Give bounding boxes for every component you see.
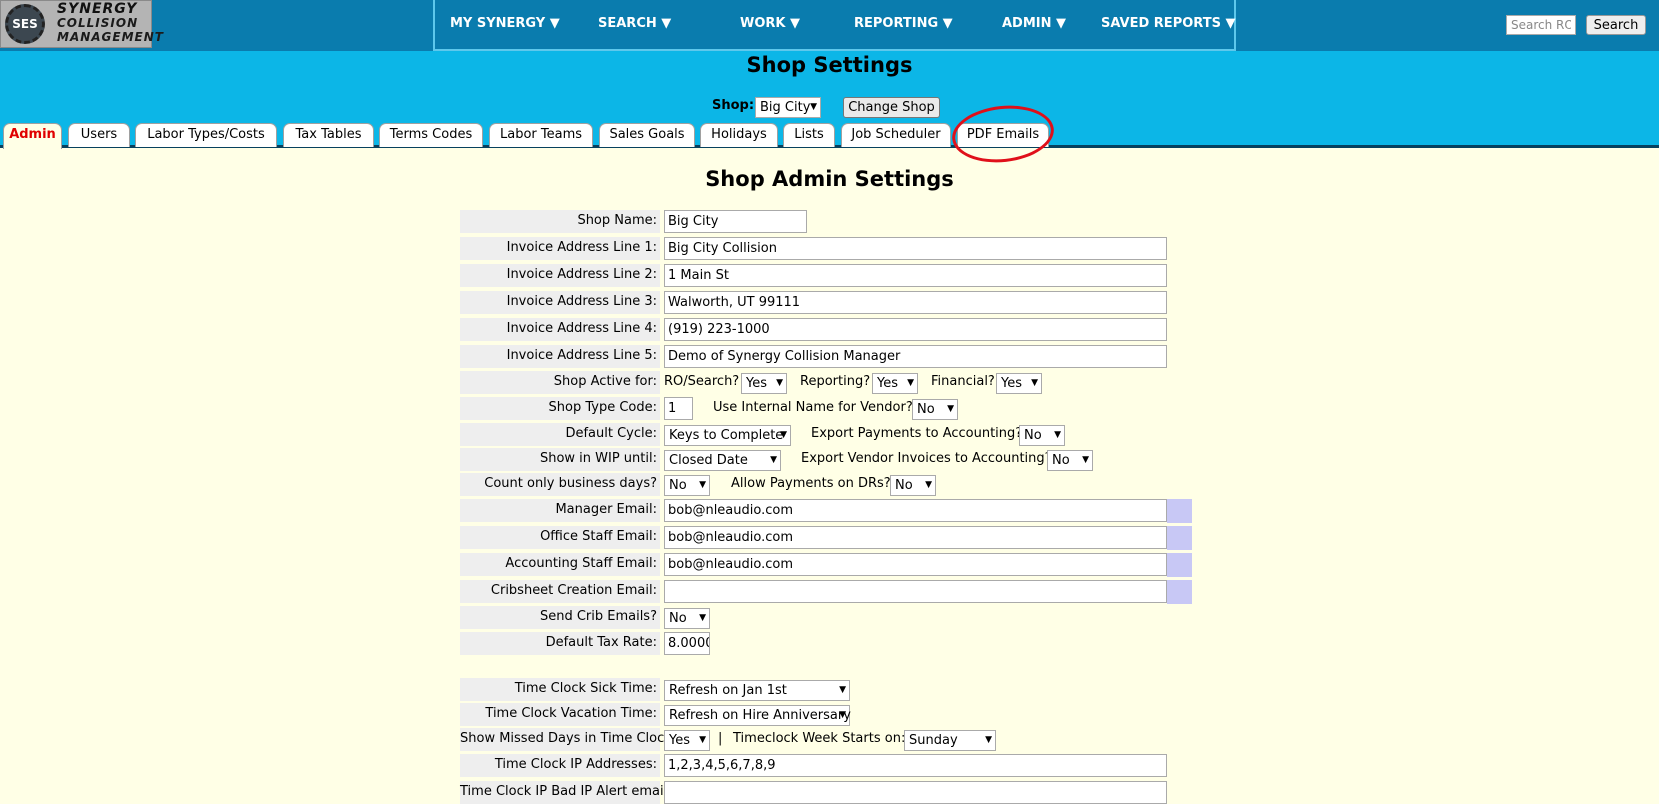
top-nav-bar: SES SYNERGY COLLISION MANAGEMENT MY SYNE… — [0, 0, 1659, 51]
shop-type-code-input[interactable]: 1 — [664, 397, 693, 420]
cribsheet-email-input[interactable] — [664, 580, 1167, 603]
office-email-action-cell — [1167, 526, 1192, 550]
menu-my-synergy[interactable]: MY SYNERGY ▼ — [450, 16, 560, 31]
address-line-2-label: Invoice Address Line 2: — [460, 264, 660, 287]
send-crib-emails-label: Send Crib Emails? — [460, 606, 660, 629]
payments-on-drs-select[interactable]: No — [890, 475, 936, 496]
accounting-email-input[interactable]: bob@nleaudio.com — [664, 553, 1167, 576]
address-line-4-input[interactable]: (919) 223-1000 — [664, 318, 1167, 341]
ro-search-select[interactable]: Yes — [741, 373, 787, 394]
tab-sales-goals[interactable]: Sales Goals — [599, 123, 695, 147]
manager-email-action-cell — [1167, 499, 1192, 523]
shop-active-label: Shop Active for: — [460, 371, 660, 394]
address-line-4-label: Invoice Address Line 4: — [460, 318, 660, 341]
address-line-1-label: Invoice Address Line 1: — [460, 237, 660, 260]
menu-search[interactable]: SEARCH ▼ — [598, 16, 671, 31]
address-line-3-input[interactable]: Walworth, UT 99111 — [664, 291, 1167, 314]
tab-job-scheduler[interactable]: Job Scheduler — [841, 123, 951, 147]
export-payments-select[interactable]: No — [1019, 425, 1065, 446]
payments-on-drs-label: Allow Payments on DRs? — [731, 476, 891, 491]
page-title: Shop Settings — [746, 53, 913, 77]
default-cycle-select[interactable]: Keys to Complete — [664, 425, 791, 446]
sick-time-select[interactable]: Refresh on Jan 1st — [664, 680, 850, 701]
address-line-5-label: Invoice Address Line 5: — [460, 345, 660, 368]
show-in-wip-label: Show in WIP until: — [460, 448, 660, 471]
send-crib-emails-select[interactable]: No — [664, 608, 710, 629]
ip-addresses-label: Time Clock IP Addresses: — [460, 754, 660, 777]
cribsheet-email-action-cell — [1167, 580, 1192, 604]
logo-line-3: MANAGEMENT — [57, 30, 164, 44]
accounting-email-label: Accounting Staff Email: — [460, 553, 660, 576]
vacation-time-label: Time Clock Vacation Time: — [460, 703, 660, 726]
separator: | — [718, 731, 723, 746]
vacation-time-select[interactable]: Refresh on Hire Anniversary — [664, 705, 851, 726]
business-days-select[interactable]: No — [664, 475, 710, 496]
shop-select[interactable]: Big City — [755, 97, 821, 118]
logo-text: SYNERGY COLLISION MANAGEMENT — [57, 2, 164, 44]
bad-ip-alert-input[interactable] — [664, 781, 1167, 804]
tab-holidays[interactable]: Holidays — [700, 123, 778, 147]
ip-addresses-input[interactable]: 1,2,3,4,5,6,7,8,9 — [664, 754, 1167, 777]
internal-name-vendor-select[interactable]: No — [912, 399, 958, 420]
accounting-email-action-cell — [1167, 553, 1192, 577]
logo-line-1: SYNERGY — [57, 1, 138, 17]
shop-name-input[interactable]: Big City — [664, 210, 807, 233]
menu-saved-reports[interactable]: SAVED REPORTS ▼ — [1101, 16, 1235, 31]
section-title: Shop Admin Settings — [705, 167, 954, 191]
business-days-label: Count only business days? — [460, 473, 660, 496]
reporting-select[interactable]: Yes — [872, 373, 918, 394]
internal-name-vendor-label: Use Internal Name for Vendor? — [713, 400, 913, 415]
main-menu: MY SYNERGY ▼ SEARCH ▼ WORK ▼ REPORTING ▼… — [433, 0, 1236, 51]
export-vendor-invoices-label: Export Vendor Invoices to Accounting? — [801, 451, 1052, 466]
tab-users[interactable]: Users — [68, 123, 130, 147]
tab-labor-teams[interactable]: Labor Teams — [489, 123, 593, 147]
tab-admin[interactable]: Admin — [3, 123, 62, 149]
address-line-2-input[interactable]: 1 Main St — [664, 264, 1167, 287]
synergy-logo[interactable]: SES SYNERGY COLLISION MANAGEMENT — [0, 0, 163, 48]
tab-tax-tables[interactable]: Tax Tables — [283, 123, 374, 147]
tab-lists[interactable]: Lists — [783, 123, 835, 147]
manager-email-input[interactable]: bob@nleaudio.com — [664, 499, 1167, 522]
gear-icon: SES — [5, 4, 45, 44]
sick-time-label: Time Clock Sick Time: — [460, 678, 660, 701]
missed-days-select[interactable]: Yes — [664, 730, 710, 751]
shop-type-code-label: Shop Type Code: — [460, 397, 660, 420]
week-starts-select[interactable]: Sunday — [904, 730, 996, 751]
address-line-3-label: Invoice Address Line 3: — [460, 291, 660, 314]
manager-email-label: Manager Email: — [460, 499, 660, 522]
shop-label: Shop: — [712, 98, 755, 113]
bad-ip-alert-label: Time Clock IP Bad IP Alert email: — [460, 781, 672, 804]
search-ro-input[interactable] — [1506, 15, 1576, 35]
ro-search-label: RO/Search? — [664, 374, 740, 389]
change-shop-button[interactable]: Change Shop — [843, 97, 940, 118]
shop-name-label: Shop Name: — [460, 210, 660, 233]
reporting-label: Reporting? — [800, 374, 871, 389]
cribsheet-email-label: Cribsheet Creation Email: — [460, 580, 660, 603]
logo-line-2: COLLISION — [57, 16, 139, 30]
export-vendor-invoices-select[interactable]: No — [1047, 450, 1093, 471]
week-starts-label: Timeclock Week Starts on: — [733, 731, 906, 746]
search-button[interactable]: Search — [1586, 15, 1646, 35]
default-tax-rate-label: Default Tax Rate: — [460, 632, 660, 655]
address-line-5-input[interactable]: Demo of Synergy Collision Manager — [664, 345, 1167, 368]
export-payments-label: Export Payments to Accounting? — [811, 426, 1023, 441]
office-email-label: Office Staff Email: — [460, 526, 660, 549]
financial-label: Financial? — [931, 374, 995, 389]
default-tax-rate-input[interactable]: 8.0000 — [664, 632, 710, 655]
tab-labor-types-costs[interactable]: Labor Types/Costs — [135, 123, 277, 147]
menu-admin[interactable]: ADMIN ▼ — [1002, 16, 1066, 31]
menu-work[interactable]: WORK ▼ — [740, 16, 800, 31]
address-line-1-input[interactable]: Big City Collision — [664, 237, 1167, 260]
tab-terms-codes[interactable]: Terms Codes — [379, 123, 483, 147]
show-in-wip-select[interactable]: Closed Date — [664, 450, 781, 471]
menu-reporting[interactable]: REPORTING ▼ — [854, 16, 953, 31]
office-email-input[interactable]: bob@nleaudio.com — [664, 526, 1167, 549]
financial-select[interactable]: Yes — [996, 373, 1042, 394]
default-cycle-label: Default Cycle: — [460, 423, 660, 446]
missed-days-label: Show Missed Days in Time Clock: — [460, 728, 676, 751]
